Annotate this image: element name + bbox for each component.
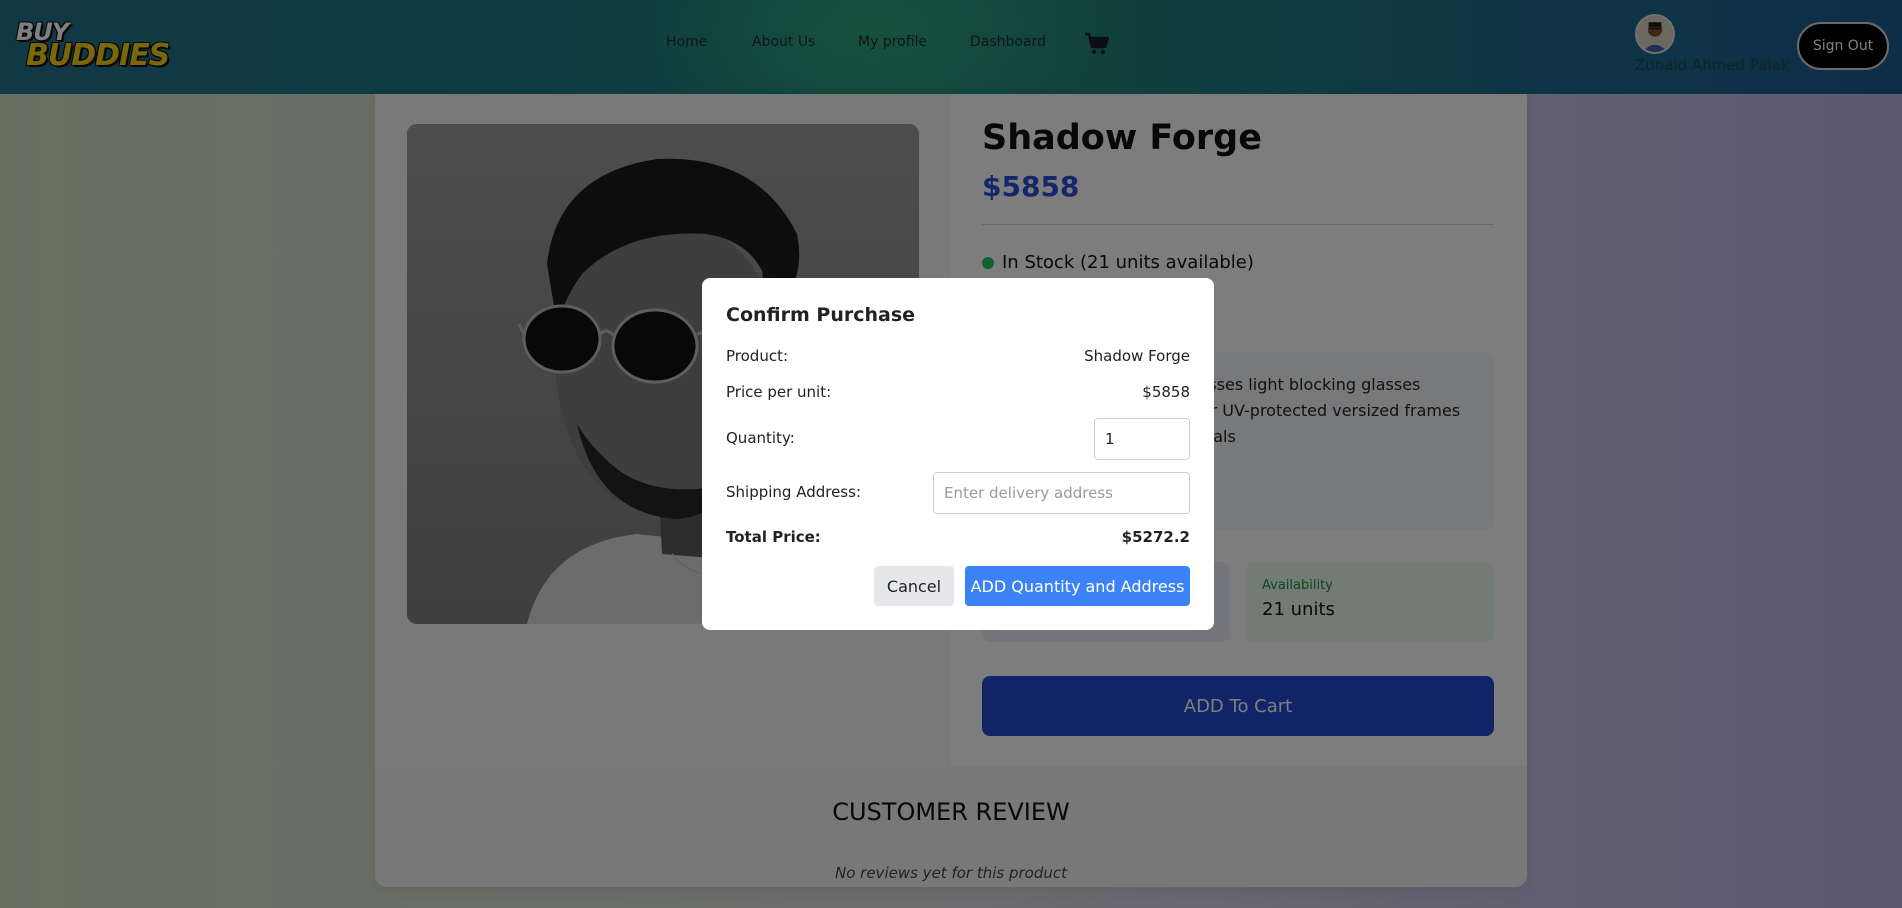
modal-title: Confirm Purchase	[726, 304, 916, 326]
cancel-button[interactable]: Cancel	[874, 566, 954, 606]
price-per-unit-value: $5858	[1142, 383, 1190, 401]
product-label: Product:	[726, 347, 789, 365]
price-per-unit-label: Price per unit:	[726, 383, 832, 401]
confirm-purchase-modal: Confirm Purchase Product: Shadow Forge P…	[702, 278, 1214, 630]
shipping-address-input[interactable]	[933, 472, 1190, 514]
total-price-label: Total Price:	[726, 528, 821, 546]
quantity-label: Quantity:	[726, 429, 795, 447]
add-quantity-address-button[interactable]: ADD Quantity and Address	[965, 566, 1190, 606]
quantity-input[interactable]	[1094, 418, 1190, 460]
shipping-address-label: Shipping Address:	[726, 483, 861, 501]
product-value: Shadow Forge	[1084, 347, 1190, 365]
total-price-value: $5272.2	[1121, 528, 1190, 546]
